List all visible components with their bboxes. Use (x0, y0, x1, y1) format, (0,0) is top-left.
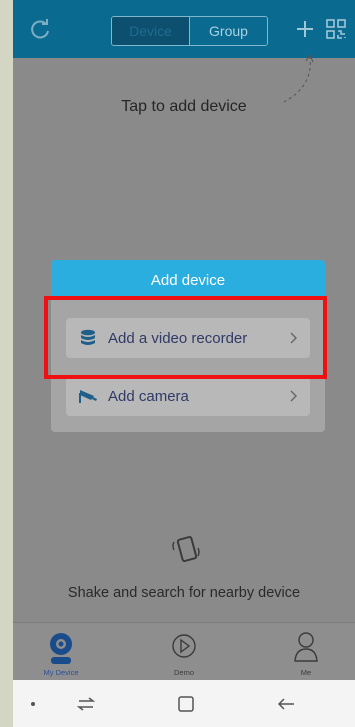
webcam-icon (50, 633, 72, 664)
plus-icon[interactable] (293, 17, 317, 41)
back-icon[interactable] (274, 692, 298, 716)
dot-icon (31, 702, 35, 706)
home-icon[interactable] (174, 692, 198, 716)
highlight-box (44, 296, 327, 379)
device-group-toggle: Device Group (111, 16, 268, 46)
tab-label: My Device (43, 668, 79, 677)
shake-search-hint: Shake and search for nearby device (67, 585, 301, 601)
user-icon (294, 632, 318, 662)
add-device-hint: Tap to add device (121, 98, 247, 115)
tab-group[interactable]: Group (189, 17, 267, 45)
tab-label: Me (300, 668, 312, 677)
tab-my-device[interactable]: My Device (21, 623, 101, 681)
top-bar: Device Group (13, 0, 355, 58)
tab-me[interactable]: Me (266, 623, 346, 681)
shake-phone-icon (172, 536, 200, 562)
recent-apps-icon[interactable] (74, 692, 98, 716)
dialog-title: Add device (51, 260, 325, 300)
add-camera-option[interactable]: Add camera (66, 376, 310, 416)
hint-arrow-icon (283, 53, 314, 103)
play-circle-icon (172, 634, 196, 658)
chevron-right-icon (290, 390, 297, 402)
bottom-tab-bar: My Device Demo Me (13, 622, 355, 681)
tab-demo[interactable]: Demo (144, 623, 224, 681)
qr-code-icon[interactable] (324, 17, 348, 41)
tab-label: Demo (173, 668, 194, 677)
refresh-icon[interactable] (28, 17, 52, 41)
tab-device[interactable]: Device (112, 17, 189, 45)
option-label: Add camera (108, 387, 189, 405)
system-navigation-bar (13, 680, 355, 727)
camera-icon (79, 390, 97, 403)
